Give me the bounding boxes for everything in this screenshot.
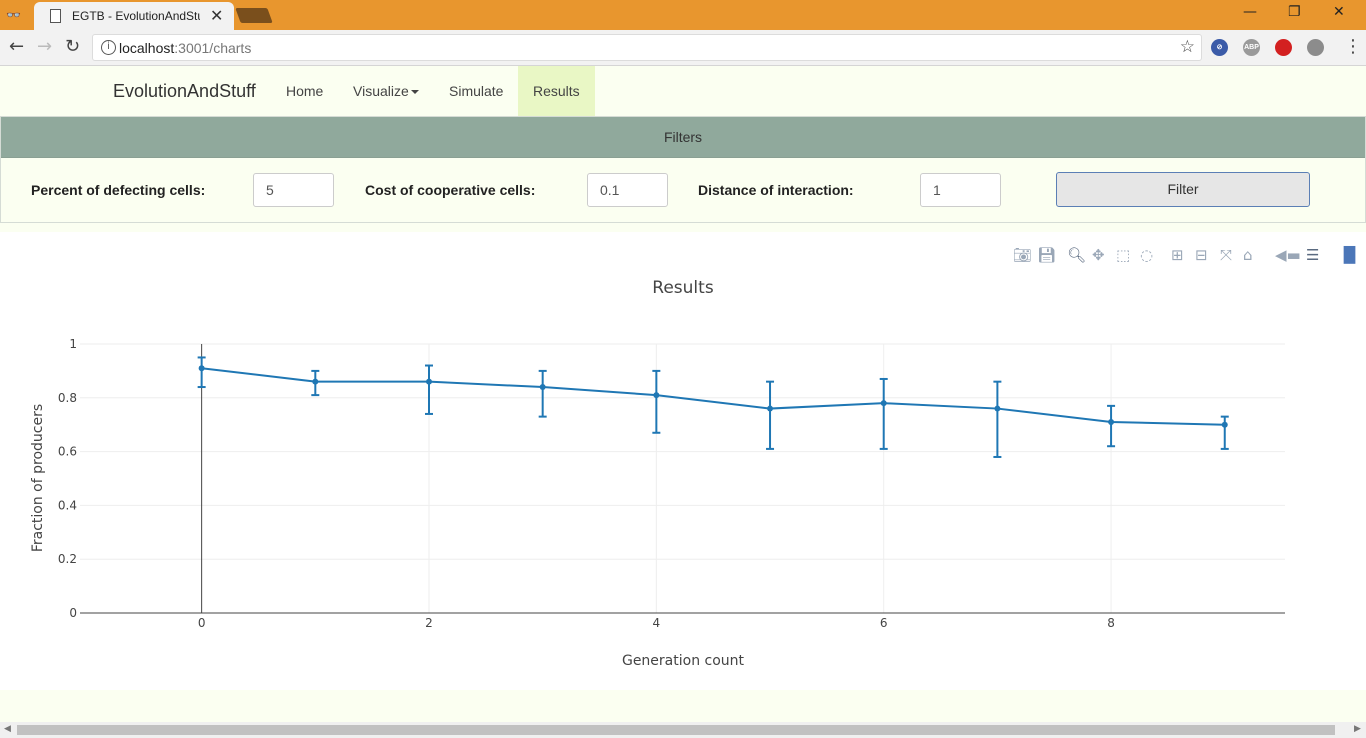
filter-button[interactable]: Filter xyxy=(1056,172,1310,207)
chart-title: Results xyxy=(652,278,714,298)
x-tick-label: 0 xyxy=(198,616,206,630)
nav-results[interactable]: Results xyxy=(518,66,595,116)
nav-visualize[interactable]: Visualize xyxy=(338,66,434,116)
chart-series xyxy=(197,356,1229,458)
data-point xyxy=(880,400,887,407)
caret-down-icon xyxy=(410,90,419,95)
percent-defecting-input[interactable]: 5 xyxy=(253,173,334,207)
forward-icon[interactable]: → xyxy=(37,36,52,57)
ublock-extension-icon[interactable] xyxy=(1275,39,1292,56)
back-icon[interactable]: ← xyxy=(9,36,24,57)
x-tick-label: 8 xyxy=(1107,616,1115,630)
nav-simulate[interactable]: Simulate xyxy=(434,66,518,116)
series-line xyxy=(201,367,1225,426)
menu-kebab-icon[interactable]: ⋮ xyxy=(1344,36,1362,57)
cost-cooperative-input[interactable]: 0.1 xyxy=(587,173,668,207)
data-point xyxy=(312,378,319,385)
globe-extension-icon[interactable] xyxy=(1307,39,1324,56)
incognito-icon: 👓 xyxy=(6,8,21,22)
x-tick-label: 6 xyxy=(880,616,888,630)
data-point xyxy=(198,365,205,372)
y-tick-label: 0.4 xyxy=(58,498,77,512)
data-point xyxy=(539,384,546,391)
new-tab-button[interactable] xyxy=(235,8,273,23)
page-footer-band xyxy=(0,690,1366,722)
browser-toolbar: ← → ↻ i localhost:3001/charts ☆ ⊘ ABP ⋮ xyxy=(0,30,1366,66)
chart-axes: 0 0.2 0.4 0.6 0.8 1 0 2 4 6 8 xyxy=(58,337,1285,630)
x-tick-label: 4 xyxy=(653,616,661,630)
cost-cooperative-label: Cost of cooperative cells: xyxy=(365,182,536,198)
y-tick-label: 0.6 xyxy=(58,445,77,459)
close-window-icon[interactable]: ✕ xyxy=(1333,4,1345,20)
reload-icon[interactable]: ↻ xyxy=(65,36,80,57)
browser-titlebar: 👓 EGTB - EvolutionAndStuff ✕ — ❐ ✕ xyxy=(0,0,1366,30)
y-tick-label: 0.8 xyxy=(58,391,77,405)
data-point xyxy=(1221,421,1228,428)
percent-defecting-label: Percent of defecting cells: xyxy=(31,182,206,198)
distance-interaction-input[interactable]: 1 xyxy=(920,173,1001,207)
address-bar[interactable]: i localhost:3001/charts ☆ xyxy=(92,34,1202,61)
y-tick-label: 1 xyxy=(69,337,77,351)
results-chart: 0 0.2 0.4 0.6 0.8 1 0 2 4 6 8 Results Generation c… xyxy=(30,278,1285,669)
bookmark-star-icon[interactable]: ☆ xyxy=(1180,37,1195,57)
close-tab-icon[interactable]: ✕ xyxy=(210,6,223,25)
data-point xyxy=(1108,419,1115,426)
adblock-extension-icon[interactable]: ABP xyxy=(1243,39,1260,56)
data-point xyxy=(425,378,432,385)
data-point xyxy=(994,405,1001,412)
site-navbar: EvolutionAndStuff Home Visualize Simulat… xyxy=(0,66,1366,116)
scroll-left-icon[interactable]: ◀ xyxy=(4,724,11,734)
filters-header: Filters xyxy=(1,117,1365,158)
restore-icon[interactable]: ❐ xyxy=(1288,4,1301,20)
data-point xyxy=(767,405,774,412)
info-icon[interactable]: i xyxy=(101,40,116,55)
x-axis-label: Generation count xyxy=(622,653,745,669)
minimize-icon[interactable]: — xyxy=(1243,4,1257,20)
blocker-extension-icon[interactable]: ⊘ xyxy=(1211,39,1228,56)
x-tick-label: 2 xyxy=(425,616,433,630)
brand-logo[interactable]: EvolutionAndStuff xyxy=(113,81,256,102)
horizontal-scrollbar[interactable]: ◀ ▶ xyxy=(0,722,1366,738)
y-tick-label: 0 xyxy=(69,606,77,620)
y-axis-label: Fraction of producers xyxy=(30,404,46,552)
nav-home[interactable]: Home xyxy=(271,66,338,116)
distance-interaction-label: Distance of interaction: xyxy=(698,182,854,198)
page-icon xyxy=(50,9,61,23)
data-point xyxy=(653,392,660,399)
scrollbar-thumb[interactable] xyxy=(17,725,1335,735)
url-text: localhost:3001/charts xyxy=(119,40,252,56)
y-tick-label: 0.2 xyxy=(58,552,77,566)
tab-title: EGTB - EvolutionAndStuff xyxy=(72,9,200,23)
chart-grid xyxy=(80,343,1285,613)
scroll-right-icon[interactable]: ▶ xyxy=(1354,724,1361,734)
browser-tab[interactable]: EGTB - EvolutionAndStuff ✕ xyxy=(34,2,234,30)
